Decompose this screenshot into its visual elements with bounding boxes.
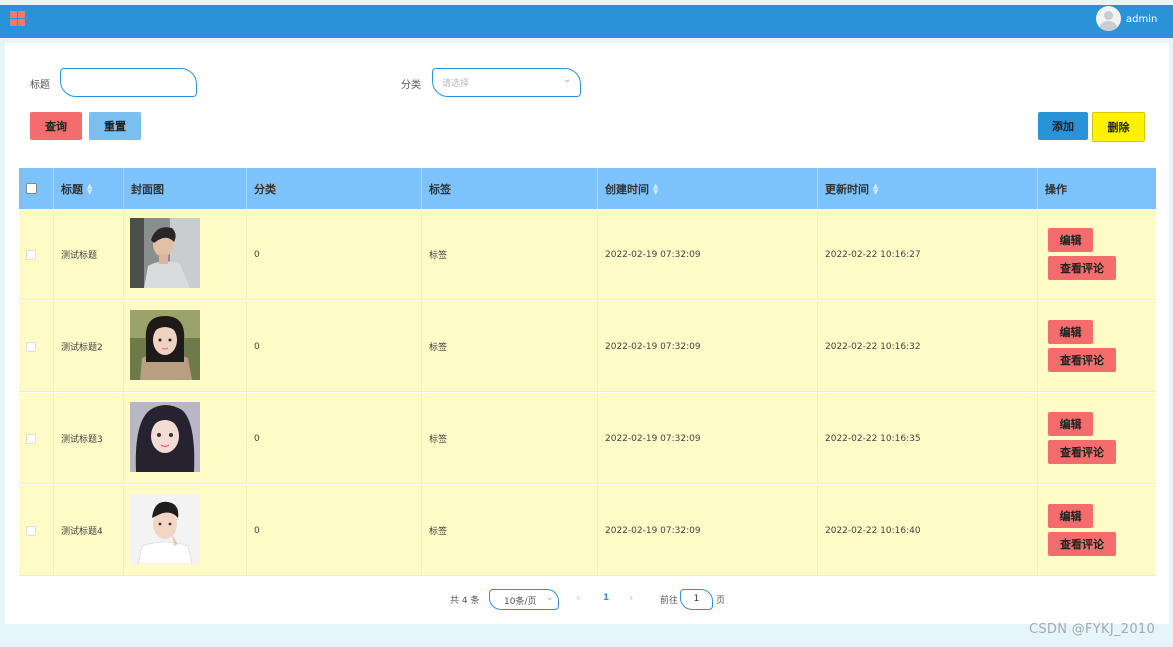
table-header: 标题 ▲ ▼ 封面图 分类 标签 创建时间 ▲ ▼ 更新时间 ▲ ▼ 操作 bbox=[19, 168, 1156, 209]
cell-updated: 2022-02-22 10:16:32 bbox=[818, 301, 1038, 392]
cell-updated: 2022-02-22 10:16:35 bbox=[818, 393, 1038, 484]
select-all-checkbox[interactable] bbox=[26, 183, 37, 194]
page-size-select[interactable]: 10条/页 ⌄ bbox=[489, 589, 559, 610]
cell-tag: 标签 bbox=[422, 209, 598, 300]
row-select[interactable] bbox=[19, 485, 54, 576]
cover-image bbox=[130, 310, 200, 380]
row-checkbox[interactable] bbox=[26, 525, 36, 536]
sort-icon[interactable]: ▲ ▼ bbox=[873, 182, 878, 195]
view-comments-button[interactable]: 查看评论 bbox=[1048, 532, 1116, 556]
edit-button[interactable]: 编辑 bbox=[1048, 320, 1093, 344]
header-select-all[interactable] bbox=[19, 168, 54, 209]
row-checkbox[interactable] bbox=[26, 341, 36, 352]
edit-button[interactable]: 编辑 bbox=[1048, 228, 1093, 252]
table-row: 测试标题3 0 标签 2022-02-19 07:32:09 2022-02-2… bbox=[19, 393, 1156, 484]
watermark: CSDN @FYKJ_2010 bbox=[1029, 622, 1156, 637]
sort-icon[interactable]: ▲ ▼ bbox=[653, 182, 658, 195]
cell-title: 测试标题 bbox=[54, 209, 124, 300]
top-bar: admin bbox=[0, 5, 1173, 38]
cell-tag: 标签 bbox=[422, 301, 598, 392]
cell-category: 0 bbox=[247, 485, 422, 576]
row-checkbox[interactable] bbox=[26, 249, 36, 260]
row-select[interactable] bbox=[19, 393, 54, 484]
category-placeholder: 请选择 bbox=[442, 79, 470, 89]
header-created[interactable]: 创建时间 ▲ ▼ bbox=[598, 168, 818, 209]
cell-created: 2022-02-19 07:32:09 bbox=[598, 485, 818, 576]
cover-image bbox=[130, 218, 200, 288]
app-root: admin 标题 分类 请选择 ⌄ 查询 重置 添加 删除 标题 ▲ ▼ 封面图 分… bbox=[0, 0, 1173, 647]
cell-title: 测试标题3 bbox=[54, 393, 124, 484]
cover-image bbox=[130, 494, 200, 564]
cell-actions: 编辑 查看评论 bbox=[1038, 301, 1156, 392]
page-suffix: 页 bbox=[716, 596, 726, 606]
header-category: 分类 bbox=[247, 168, 422, 209]
view-comments-button[interactable]: 查看评论 bbox=[1048, 348, 1116, 372]
prev-page-icon[interactable]: ‹ bbox=[576, 591, 580, 604]
title-label: 标题 bbox=[30, 80, 50, 91]
cell-actions: 编辑 查看评论 bbox=[1038, 393, 1156, 484]
category-label: 分类 bbox=[401, 80, 421, 91]
chevron-down-icon: ⌄ bbox=[563, 74, 572, 85]
current-page[interactable]: 1 bbox=[603, 593, 609, 603]
cell-created: 2022-02-19 07:32:09 bbox=[598, 393, 818, 484]
cell-title: 测试标题4 bbox=[54, 485, 124, 576]
cell-category: 0 bbox=[247, 301, 422, 392]
cell-actions: 编辑 查看评论 bbox=[1038, 485, 1156, 576]
cell-category: 0 bbox=[247, 209, 422, 300]
page-size-value: 10条/页 bbox=[504, 597, 537, 607]
header-updated[interactable]: 更新时间 ▲ ▼ bbox=[818, 168, 1038, 209]
cell-updated: 2022-02-22 10:16:40 bbox=[818, 485, 1038, 576]
cell-tag: 标签 bbox=[422, 485, 598, 576]
cell-created: 2022-02-19 07:32:09 bbox=[598, 301, 818, 392]
title-input[interactable] bbox=[60, 68, 197, 97]
menu-grid-icon[interactable] bbox=[10, 11, 25, 26]
add-button[interactable]: 添加 bbox=[1038, 112, 1088, 140]
next-page-icon[interactable]: › bbox=[629, 591, 633, 604]
header-tag: 标签 bbox=[422, 168, 598, 209]
edit-button[interactable]: 编辑 bbox=[1048, 504, 1093, 528]
edit-button[interactable]: 编辑 bbox=[1048, 412, 1093, 436]
view-comments-button[interactable]: 查看评论 bbox=[1048, 440, 1116, 464]
cell-updated: 2022-02-22 10:16:27 bbox=[818, 209, 1038, 300]
category-select[interactable]: 请选择 ⌄ bbox=[432, 68, 581, 97]
cell-tag: 标签 bbox=[422, 393, 598, 484]
row-select[interactable] bbox=[19, 209, 54, 300]
user-avatar[interactable] bbox=[1096, 6, 1121, 31]
row-select[interactable] bbox=[19, 301, 54, 392]
view-comments-button[interactable]: 查看评论 bbox=[1048, 256, 1116, 280]
sort-icon[interactable]: ▲ ▼ bbox=[87, 182, 92, 195]
cell-actions: 编辑 查看评论 bbox=[1038, 209, 1156, 300]
cell-title: 测试标题2 bbox=[54, 301, 124, 392]
table-row: 测试标题4 0 标签 2022-02-19 07:32:09 2022-02-2… bbox=[19, 485, 1156, 576]
header-title[interactable]: 标题 ▲ ▼ bbox=[54, 168, 124, 209]
cell-category: 0 bbox=[247, 393, 422, 484]
cell-created: 2022-02-19 07:32:09 bbox=[598, 209, 818, 300]
query-button[interactable]: 查询 bbox=[30, 112, 82, 140]
goto-label: 前往 bbox=[660, 596, 679, 606]
delete-button[interactable]: 删除 bbox=[1092, 112, 1145, 142]
user-name[interactable]: admin bbox=[1126, 14, 1157, 25]
goto-page-input[interactable]: 1 bbox=[680, 589, 713, 610]
header-cover: 封面图 bbox=[124, 168, 247, 209]
cover-image bbox=[130, 402, 200, 472]
row-checkbox[interactable] bbox=[26, 433, 36, 444]
header-actions: 操作 bbox=[1045, 182, 1067, 196]
table-row: 测试标题2 0 标签 2022-02-19 07:32:09 2022-02-2… bbox=[19, 301, 1156, 392]
pagination: 共 4 条 10条/页 ⌄ ‹ 1 › 前往 1 页 bbox=[0, 589, 1173, 611]
reset-button[interactable]: 重置 bbox=[89, 112, 141, 140]
chevron-down-icon: ⌄ bbox=[546, 593, 554, 603]
table-row: 测试标题 0 标签 2022-02-19 07:32:09 2022-02-22… bbox=[19, 209, 1156, 300]
pagination-total: 共 4 条 bbox=[450, 596, 480, 606]
